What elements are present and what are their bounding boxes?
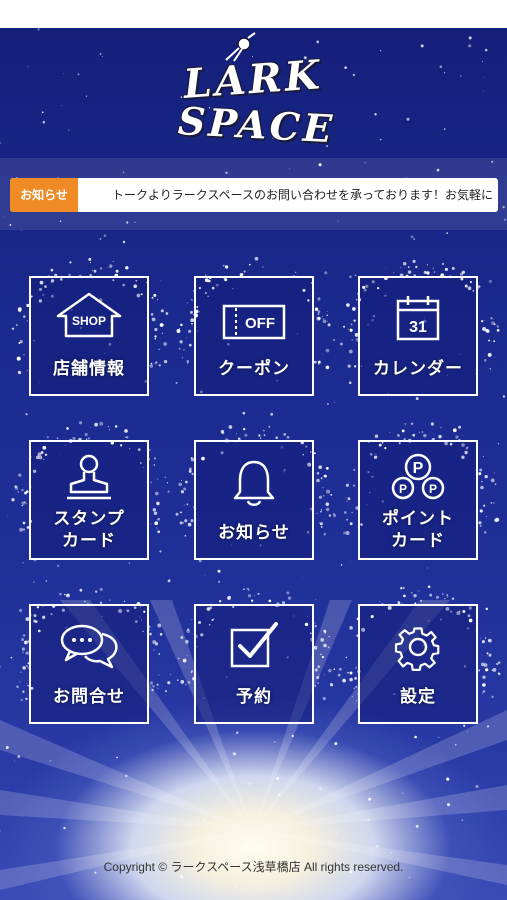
menu-label-point-card: ポイント カード: [382, 509, 454, 551]
stamp-icon: [31, 454, 147, 506]
status-bar-area: [0, 0, 507, 28]
news-ticker[interactable]: お知らせ トークよりラークスペースのお問い合わせを承っております！お気軽に: [10, 178, 498, 212]
menu-tile-reservation[interactable]: 予約: [176, 587, 336, 724]
menu-label-calendar: カレンダー: [373, 359, 463, 379]
chat-icon: [31, 622, 147, 674]
menu-tile-inquiry[interactable]: お問合せ: [10, 587, 171, 724]
menu-label-reservation: 予約: [236, 687, 272, 707]
footer-copyright: Copyright © ラークスペース浅草橋店 All rights reser…: [103, 860, 404, 874]
menu-label-settings: 設定: [400, 687, 436, 707]
menu-label-coupon: クーポン: [218, 359, 290, 379]
coupon-icon: OFF: [196, 304, 312, 344]
shop-icon: SHOP: [31, 292, 147, 342]
menu-label-stamp-card: スタンプ カード: [53, 509, 125, 551]
shop-icon-text: SHOP: [72, 314, 106, 328]
menu-tile-stamp-card[interactable]: スタンプ カード: [11, 421, 169, 560]
logo-line2: SPACE: [176, 98, 337, 152]
bell-icon: [196, 458, 312, 512]
coupon-icon-text: OFF: [245, 315, 275, 332]
menu-tile-shop-info[interactable]: SHOP 店舗情報: [11, 257, 169, 396]
menu-tile-calendar[interactable]: 31 カレンダー: [339, 259, 500, 396]
svg-text:P: P: [399, 482, 407, 496]
app-screen: LARK SPACE お知らせ トークよりラークスペースのお問い合わせを承ってお…: [0, 0, 507, 900]
menu-label-notice: お知らせ: [218, 523, 290, 543]
calendar-icon-text: 31: [409, 319, 427, 336]
menu-tile-settings[interactable]: 設定: [339, 585, 501, 724]
news-label: お知らせ: [10, 178, 78, 212]
menu-tile-coupon[interactable]: OFF クーポン: [176, 256, 335, 396]
menu-tile-notice[interactable]: お知らせ: [175, 425, 337, 560]
calendar-icon: 31: [360, 294, 476, 346]
point-icon: P P P: [360, 452, 476, 506]
point-icon-text: P: [413, 460, 424, 477]
svg-text:P: P: [429, 482, 437, 496]
app-logo: LARK SPACE: [176, 32, 337, 154]
menu-tile-point-card[interactable]: P P P ポイント カード: [343, 422, 500, 560]
menu-label-inquiry: お問合せ: [53, 687, 125, 707]
gear-icon: [360, 622, 476, 676]
menu-label-shop-info: 店舗情報: [53, 359, 125, 379]
checkbox-icon: [196, 620, 312, 674]
news-text[interactable]: トークよりラークスペースのお問い合わせを承っております！お気軽に: [112, 178, 498, 212]
